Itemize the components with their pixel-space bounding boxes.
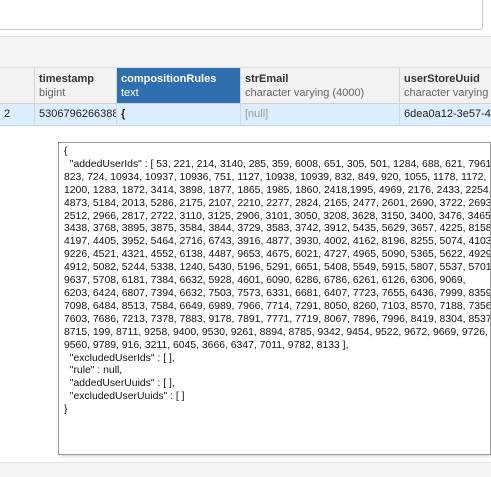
json-line: "addedUserIds" : [ 53, 221, 214, 3140, 2… [64, 158, 490, 170]
column-type: text [121, 87, 139, 99]
timestamp-cell[interactable]: 5306796266388 [35, 104, 117, 125]
json-line: 9560, 9789, 916, 3211, 6045, 3666, 6347,… [64, 339, 349, 351]
json-line: 3438, 3768, 3895, 3875, 3584, 3844, 3729… [64, 223, 490, 235]
cell-value-tooltip: { "addedUserIds" : [ 53, 221, 214, 3140,… [58, 142, 491, 455]
row-number-cell[interactable]: 2 [0, 104, 35, 125]
column-header-compositionrules[interactable]: compositionRules text [117, 68, 241, 103]
column-name: userStoreUuid [404, 73, 480, 85]
table-row[interactable]: 2 5306796266388 { [null] 6dea0a12-3e57-4 [0, 104, 491, 126]
json-line: 2512, 2966, 2817, 2722, 3110, 3125, 2906… [64, 210, 490, 222]
json-line: 6203, 6424, 6807, 7394, 6632, 7503, 7573… [64, 287, 490, 299]
json-line: { [64, 146, 68, 157]
grid-header-row: timestamp bigint compositionRules text s… [0, 68, 491, 104]
json-line: 823, 724, 10934, 10937, 10936, 751, 1127… [64, 171, 487, 183]
json-line: "excludedUserIds" : [ ], [64, 352, 175, 364]
query-editor-area[interactable] [0, 0, 491, 36]
json-line: 7098, 6484, 8513, 7584, 6649, 6989, 7966… [64, 300, 490, 312]
json-line: "addedUserUuids" : [ ], [64, 378, 175, 390]
column-header-rownum[interactable] [0, 68, 35, 103]
column-type: bigint [39, 87, 66, 99]
json-line: 4197, 4405, 3952, 5464, 2716, 6743, 3916… [64, 236, 490, 248]
grid-footer-band [0, 462, 491, 477]
json-line: 4873, 5184, 2013, 5286, 2175, 2107, 2210… [64, 197, 490, 209]
userstoreuuid-cell[interactable]: 6dea0a12-3e57-4 [400, 104, 491, 125]
stremail-cell[interactable]: [null] [241, 104, 400, 125]
column-header-userstoreuuid[interactable]: userStoreUuid character varying [400, 68, 491, 103]
column-header-stremail[interactable]: strEmail character varying (4000) [241, 68, 400, 103]
compositionrules-cell[interactable]: { [117, 104, 241, 125]
cell-value-text: { "addedUserIds" : [ 53, 221, 214, 3140,… [59, 143, 490, 420]
results-toolbar [0, 36, 491, 68]
column-type: character varying (4000) [245, 87, 365, 99]
json-line: "rule" : null, [64, 365, 123, 377]
json-line: 9226, 4521, 4321, 4552, 6138, 4487, 9653… [64, 249, 490, 261]
json-line: "excludedUserUuids" : [ ] [64, 391, 185, 403]
json-line: 7603, 7686, 7213, 7378, 7883, 9178, 7891… [64, 313, 490, 325]
json-line: 1200, 1283, 1872, 3414, 3898, 1877, 1865… [64, 184, 490, 196]
column-name: strEmail [245, 73, 289, 85]
column-type: character varying [404, 87, 489, 99]
json-line: 9637, 5708, 6181, 7384, 6632, 5928, 4601… [64, 275, 466, 287]
query-editor-box[interactable] [0, 0, 483, 30]
column-name: timestamp [39, 73, 95, 85]
json-line: } [64, 404, 68, 416]
column-name: compositionRules [121, 73, 217, 85]
column-header-timestamp[interactable]: timestamp bigint [35, 68, 117, 103]
json-line: 8715, 199, 8711, 9258, 9400, 9530, 9261,… [64, 326, 488, 338]
json-line: 4912, 5082, 5244, 5338, 1240, 5430, 5196… [64, 262, 490, 274]
